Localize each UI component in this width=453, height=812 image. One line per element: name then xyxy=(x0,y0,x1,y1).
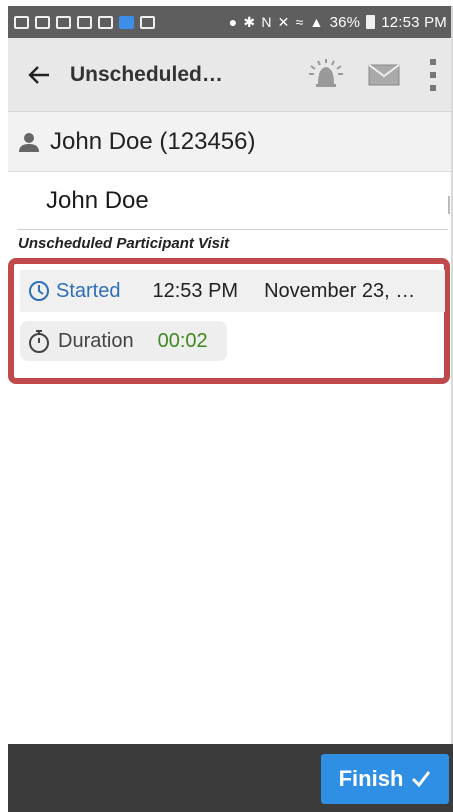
video-icon xyxy=(98,15,113,29)
participant-name-field: John Doe xyxy=(18,172,450,230)
app-bar: Unscheduled… xyxy=(8,38,453,112)
system-indicators: ● ✱ N ✕ ≈ ▲ 36% 12:53 PM xyxy=(229,14,447,31)
arrow-left-icon xyxy=(28,65,49,84)
duration-label: Duration xyxy=(58,329,134,352)
started-label: Started xyxy=(56,279,121,302)
signal-icon: ▲ xyxy=(309,14,324,30)
started-date: November 23, 2… xyxy=(264,279,427,302)
notification-icon xyxy=(35,15,50,29)
person-icon xyxy=(19,132,39,152)
status-bar: ● ✱ N ✕ ≈ ▲ 36% 12:53 PM xyxy=(8,6,453,38)
phone-screen: ● ✱ N ✕ ≈ ▲ 36% 12:53 PM Unscheduled… Jo… xyxy=(8,6,453,812)
notification-icon xyxy=(14,15,29,29)
alarm-bell-icon xyxy=(309,58,343,87)
app-bar-actions xyxy=(297,38,453,112)
video-icon xyxy=(77,15,92,29)
notification-icon xyxy=(140,15,155,29)
app-icon xyxy=(119,15,134,29)
duration-value: 00:02 xyxy=(157,329,208,352)
notification-icons xyxy=(14,15,155,29)
page-title: Unscheduled… xyxy=(70,62,223,86)
participant-name: John Doe xyxy=(46,186,149,214)
image-icon xyxy=(56,15,71,29)
started-time: 12:53 PM xyxy=(152,279,239,302)
finish-label: Finish xyxy=(338,766,404,791)
location-icon: ● xyxy=(228,14,238,30)
battery-icon xyxy=(366,15,376,29)
visit-type-label: Unscheduled Participant Visit xyxy=(18,235,230,252)
finish-button[interactable]: Finish xyxy=(321,754,449,804)
more-vert-icon xyxy=(430,58,436,91)
wifi-icon: ≈ xyxy=(295,14,304,30)
nfc-icon: N xyxy=(261,14,272,30)
started-chip: Started xyxy=(20,280,120,303)
mute-icon: ✕ xyxy=(277,13,290,30)
battery-percent: 36% xyxy=(329,13,361,31)
bottom-bar: Finish xyxy=(8,744,453,812)
stopwatch-icon xyxy=(29,330,49,353)
participant-header: John Doe (123456) xyxy=(8,112,453,172)
participant-name-id: John Doe (123456) xyxy=(50,127,256,155)
started-row: Started 12:53 PM November 23, 2… xyxy=(20,270,445,312)
checkmark-icon xyxy=(412,771,431,788)
envelope-icon xyxy=(368,63,400,85)
back-button[interactable] xyxy=(8,38,70,112)
overflow-menu-button[interactable] xyxy=(413,38,453,112)
duration-chip: Duration 00:02 xyxy=(20,321,227,361)
alarm-button[interactable] xyxy=(297,38,355,112)
mail-button[interactable] xyxy=(355,38,413,112)
clock: 12:53 PM xyxy=(381,13,447,31)
clock-icon xyxy=(29,281,49,301)
bluetooth-icon: ✱ xyxy=(243,13,256,30)
